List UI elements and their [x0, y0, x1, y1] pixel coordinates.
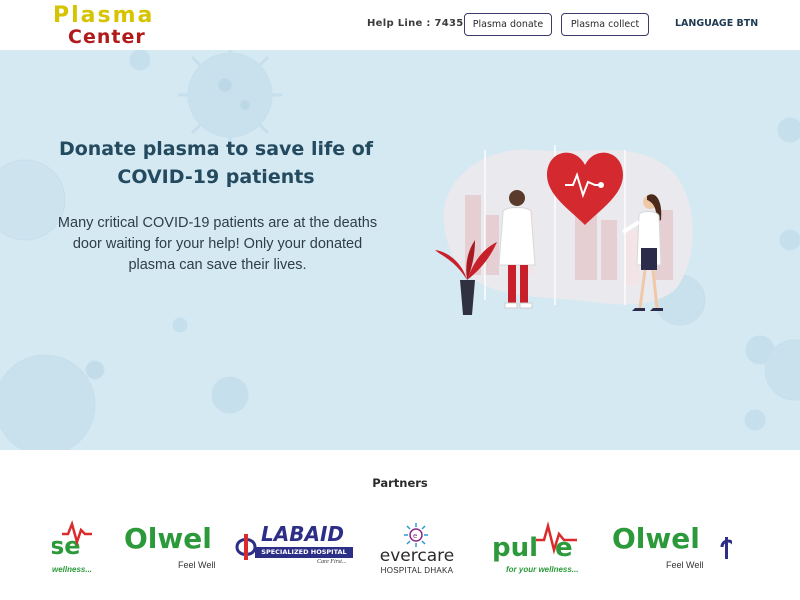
- partner-name: Olwel: [124, 522, 212, 555]
- svg-text:e: e: [413, 532, 417, 540]
- partner-tagline: wellness...: [52, 565, 93, 574]
- partner-logo-pulse-2[interactable]: pul e for your wellness...: [492, 520, 587, 580]
- pulse-logo-icon: se: [52, 520, 92, 560]
- partner-name: LABAID: [261, 522, 344, 546]
- labaid-cross-icon: [235, 534, 257, 560]
- pulse-logo-icon: pul e: [492, 521, 577, 563]
- partner-tagline: Feel Well: [666, 560, 704, 570]
- partner-logo-olwel[interactable]: Olwel Feel Well: [124, 520, 224, 580]
- site-header: Plasma Center Help Line : 7435678 Plasma…: [0, 0, 800, 50]
- partner-tagline: Care First...: [317, 559, 347, 565]
- partner-name: evercare: [379, 546, 455, 566]
- hero-section: Donate plasma to save life of COVID-19 p…: [0, 50, 800, 450]
- labaid-cross-icon: [720, 537, 732, 559]
- partner-logo-evercare[interactable]: e evercare HOSPITAL DHAKA: [367, 520, 467, 580]
- hero-title: Donate plasma to save life of COVID-19 p…: [58, 138, 374, 188]
- partners-carousel[interactable]: se wellness... Olwel Feel Well LABAID SP…: [52, 520, 732, 580]
- svg-text:pul: pul: [492, 533, 538, 562]
- partner-subtitle: SPECIALIZED HOSPITAL: [255, 547, 353, 558]
- partner-logo-labaid[interactable]: LABAID SPECIALIZED HOSPITAL Care First..…: [235, 520, 355, 580]
- logo-text-top: Plasma: [53, 3, 155, 28]
- partner-logo-pulse[interactable]: se wellness...: [52, 520, 97, 580]
- partner-tagline: for your wellness...: [506, 565, 579, 574]
- language-button[interactable]: LANGUAGE BTN: [675, 18, 758, 29]
- plasma-center-logo[interactable]: Plasma Center: [53, 3, 163, 49]
- plasma-collect-button[interactable]: Plasma collect: [561, 13, 649, 36]
- partners-heading: Partners: [372, 476, 428, 490]
- logo-text-bottom: Center: [68, 26, 146, 48]
- evercare-sun-icon: e: [404, 523, 428, 547]
- partner-subtitle: HOSPITAL DHAKA: [380, 566, 454, 575]
- plasma-donate-button[interactable]: Plasma donate: [464, 13, 552, 36]
- partner-logo-partial[interactable]: [720, 520, 732, 580]
- hero-description: Many critical COVID-19 patients are at t…: [57, 215, 378, 273]
- partner-tagline: Feel Well: [178, 560, 216, 570]
- doctors-heart-illustration: [435, 145, 693, 315]
- partner-name: Olwel: [612, 522, 700, 555]
- partner-logo-olwel-2[interactable]: Olwel Feel Well: [612, 520, 712, 580]
